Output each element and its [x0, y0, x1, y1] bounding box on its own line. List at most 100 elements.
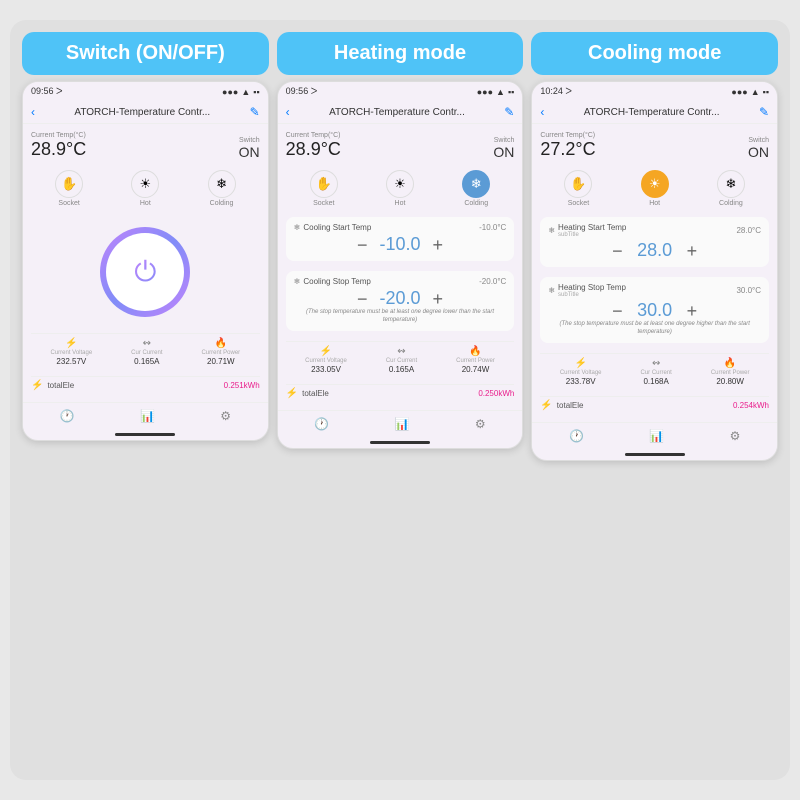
stat-value-1: 0.165A: [389, 365, 414, 374]
mode-icon-0[interactable]: ✋ Socket: [310, 170, 338, 207]
stat-label-1: Cur Current: [386, 358, 417, 364]
status-bar: 09:56 ᐳ●●●▲▪▪: [23, 82, 268, 101]
edit-icon[interactable]: ✎: [759, 105, 769, 119]
mode-icon-2[interactable]: ❄ Colding: [717, 170, 745, 207]
icon-circle-2: ❄: [462, 170, 490, 198]
back-icon[interactable]: ‹: [286, 105, 290, 119]
status-bar: 10:24 ᐳ●●●▲▪▪: [532, 82, 777, 101]
edit-icon[interactable]: ✎: [250, 105, 260, 119]
decrease-btn-1[interactable]: −: [357, 290, 368, 308]
stat-label-0: Current Voltage: [305, 358, 347, 364]
mode-icon-0[interactable]: ✋ Socket: [55, 170, 83, 207]
settings-current-1: 30.0°C: [736, 286, 761, 295]
decrease-btn-0[interactable]: −: [612, 242, 623, 260]
settings-controls-1: − 30.0 +: [548, 300, 761, 321]
temp-label: Current Temp(°C): [540, 132, 595, 139]
settings-title-0: Cooling Start Temp: [303, 223, 371, 232]
bottom-nav: 🕐 📊 ⚙: [23, 402, 268, 429]
settings-header-0: ❄ Cooling Start Temp -10.0°C: [294, 223, 507, 232]
mode-icon-2[interactable]: ❄ Colding: [462, 170, 490, 207]
mode-icon-0[interactable]: ✋ Socket: [564, 170, 592, 207]
settings-block-1: ❄ Cooling Stop Temp -20.0°C − -20.0 +: [286, 271, 515, 331]
settings-header-1: ❄ Cooling Stop Temp -20.0°C: [294, 277, 507, 286]
mode-icon-1[interactable]: ☀ Hot: [386, 170, 414, 207]
stat-value-2: 20.74W: [462, 365, 490, 374]
switch-label: Switch: [239, 137, 260, 144]
temp-value: 28.9°C: [286, 139, 341, 160]
total-value: 0.251kWh: [224, 381, 260, 390]
settings-subtitle-1: subTitle: [558, 292, 626, 298]
nav-settings[interactable]: ⚙: [220, 409, 231, 423]
icon-circle-1: ☀: [131, 170, 159, 198]
switch-group: Switch ON: [748, 137, 769, 160]
phone-content: Current Temp(°C) 28.9°C Switch ON ✋ Sock…: [23, 124, 268, 402]
back-icon[interactable]: ‹: [31, 105, 35, 119]
snowflake-icon: ❄: [548, 286, 555, 295]
power-ring[interactable]: ⏻: [100, 227, 190, 317]
mode-label-switch: Switch (ON/OFF): [22, 32, 269, 75]
icon-label-2: Colding: [719, 200, 743, 207]
icon-circle-2: ❄: [717, 170, 745, 198]
icon-label-1: Hot: [140, 200, 151, 207]
nav-chart[interactable]: 📊: [649, 429, 664, 443]
edit-icon[interactable]: ✎: [504, 105, 514, 119]
settings-title-group: Heating Start Temp subTitle: [558, 223, 626, 238]
back-icon[interactable]: ‹: [540, 105, 544, 119]
stat-item-2: 🔥 Current Power 20.74W: [456, 346, 495, 374]
stat-icon-2: 🔥: [215, 338, 227, 349]
nav-settings[interactable]: ⚙: [475, 417, 486, 431]
stat-item-2: 🔥 Current Power 20.80W: [711, 358, 750, 386]
decrease-btn-0[interactable]: −: [357, 236, 368, 254]
stat-item-0: ⚡ Current Voltage 233.78V: [560, 358, 602, 386]
mode-icon-2[interactable]: ❄ Colding: [208, 170, 236, 207]
decrease-btn-1[interactable]: −: [612, 302, 623, 320]
total-icon: ⚡: [540, 400, 552, 411]
temp-group: Current Temp(°C) 27.2°C: [540, 132, 595, 160]
stat-icon-0: ⚡: [320, 346, 332, 357]
phone-cooling: 10:24 ᐳ●●●▲▪▪‹ATORCH-Temperature Contr..…: [531, 81, 778, 461]
wifi-icon: ▲: [241, 87, 250, 97]
stat-label-2: Current Power: [456, 358, 495, 364]
icon-circle-0: ✋: [564, 170, 592, 198]
warning-text-1: (The stop temperature must be at least o…: [548, 321, 761, 337]
nav-history[interactable]: 🕐: [569, 429, 584, 443]
nav-history[interactable]: 🕐: [60, 409, 75, 423]
total-label: totalEle: [47, 381, 219, 390]
bottom-nav: 🕐 📊 ⚙: [278, 410, 523, 437]
battery-icon: ▪▪: [763, 87, 769, 97]
mode-icons: ✋ Socket ☀ Hot ❄ Colding: [540, 166, 769, 211]
temp-label: Current Temp(°C): [31, 132, 86, 139]
total-value: 0.254kWh: [733, 401, 769, 410]
total-row: ⚡ totalEle 0.250kWh: [286, 384, 515, 402]
settings-controls-0: − 28.0 +: [548, 240, 761, 261]
increase-btn-0[interactable]: +: [687, 242, 698, 260]
increase-btn-1[interactable]: +: [433, 290, 444, 308]
nav-history[interactable]: 🕐: [314, 417, 329, 431]
bottom-stats: ⚡ Current Voltage 233.78V ↭ Cur Current …: [540, 353, 769, 390]
switch-label: Switch: [493, 137, 514, 144]
stat-item-1: ↭ Cur Current 0.165A: [386, 346, 417, 374]
time: 09:56 ᐳ: [286, 86, 318, 97]
nav-chart[interactable]: 📊: [140, 409, 155, 423]
total-label: totalEle: [557, 401, 729, 410]
ctrl-value-0: -10.0: [379, 234, 420, 255]
wifi-icon: ▲: [751, 87, 760, 97]
stat-label-0: Current Voltage: [560, 370, 602, 376]
snowflake-icon: ❄: [294, 223, 301, 232]
section-heating: Heating mode09:56 ᐳ●●●▲▪▪‹ATORCH-Tempera…: [277, 32, 524, 449]
nav-chart[interactable]: 📊: [395, 417, 410, 431]
ctrl-value-0: 28.0: [635, 240, 675, 261]
settings-title-row: ❄ Cooling Start Temp: [294, 223, 372, 232]
stat-icon-0: ⚡: [65, 338, 77, 349]
wifi-icon: ▲: [496, 87, 505, 97]
warning-text-1: (The stop temperature must be at least o…: [294, 309, 507, 325]
mode-icon-1[interactable]: ☀ Hot: [641, 170, 669, 207]
nav-settings[interactable]: ⚙: [730, 429, 741, 443]
stat-icon-1: ↭: [652, 358, 660, 369]
increase-btn-1[interactable]: +: [687, 302, 698, 320]
increase-btn-0[interactable]: +: [433, 236, 444, 254]
time: 10:24 ᐳ: [540, 86, 572, 97]
mode-icon-1[interactable]: ☀ Hot: [131, 170, 159, 207]
settings-title-0: Heating Start Temp: [558, 223, 626, 232]
battery-icon: ▪▪: [508, 87, 514, 97]
